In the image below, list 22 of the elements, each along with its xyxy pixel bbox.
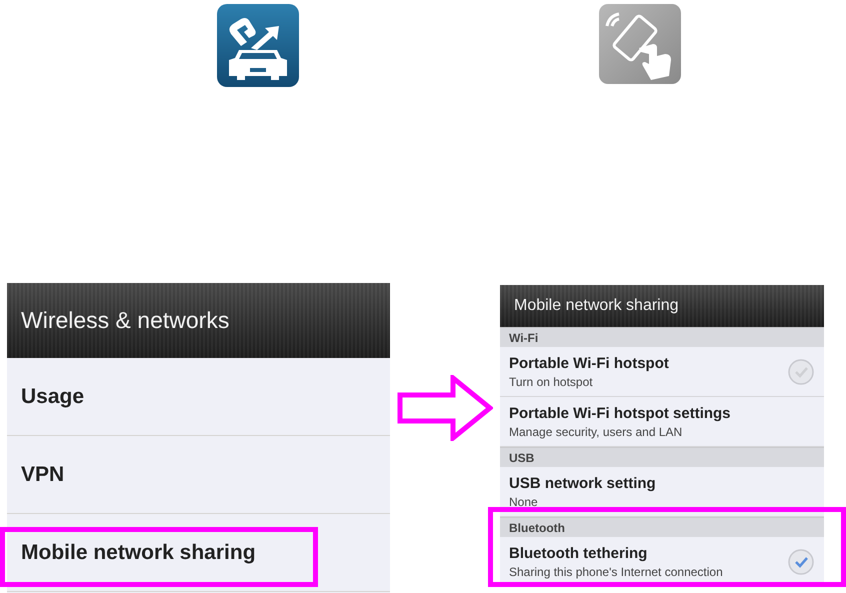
menu-item[interactable]: VPN: [7, 436, 390, 514]
menu-item[interactable]: Usage: [7, 358, 390, 436]
section-header: Wi-Fi: [500, 327, 824, 347]
item-subtitle: Sharing this phone's Internet connection: [509, 564, 724, 578]
car-app-icon: [216, 4, 298, 87]
phone-tap-icon: [599, 4, 681, 84]
section-header: Bluetooth: [500, 517, 824, 537]
settings-item[interactable]: Portable Wi-Fi hotspot Turn on hotspot: [500, 347, 824, 397]
item-title: Bluetooth tethering: [509, 544, 648, 562]
screen-title: Wireless & networks: [21, 307, 230, 334]
item-title: Portable Wi-Fi hotspot: [509, 354, 670, 372]
settings-item[interactable]: Bluetooth tethering Sharing this phone's Internet connection: [500, 537, 824, 587]
checkbox[interactable]: [788, 358, 814, 384]
item-subtitle: None: [509, 494, 539, 508]
checkbox[interactable]: [788, 548, 814, 574]
screen-title: Mobile network sharing: [514, 297, 679, 315]
item-subtitle: Turn on hotspot: [509, 374, 594, 388]
item-subtitle: Manage security, users and LAN: [509, 424, 684, 438]
section-header: USB: [500, 447, 824, 467]
item-title: Portable Wi-Fi hotspot settings: [509, 404, 732, 422]
item-title: USB network setting: [509, 474, 657, 492]
menu-item[interactable]: Mobile network sharing: [7, 514, 390, 592]
